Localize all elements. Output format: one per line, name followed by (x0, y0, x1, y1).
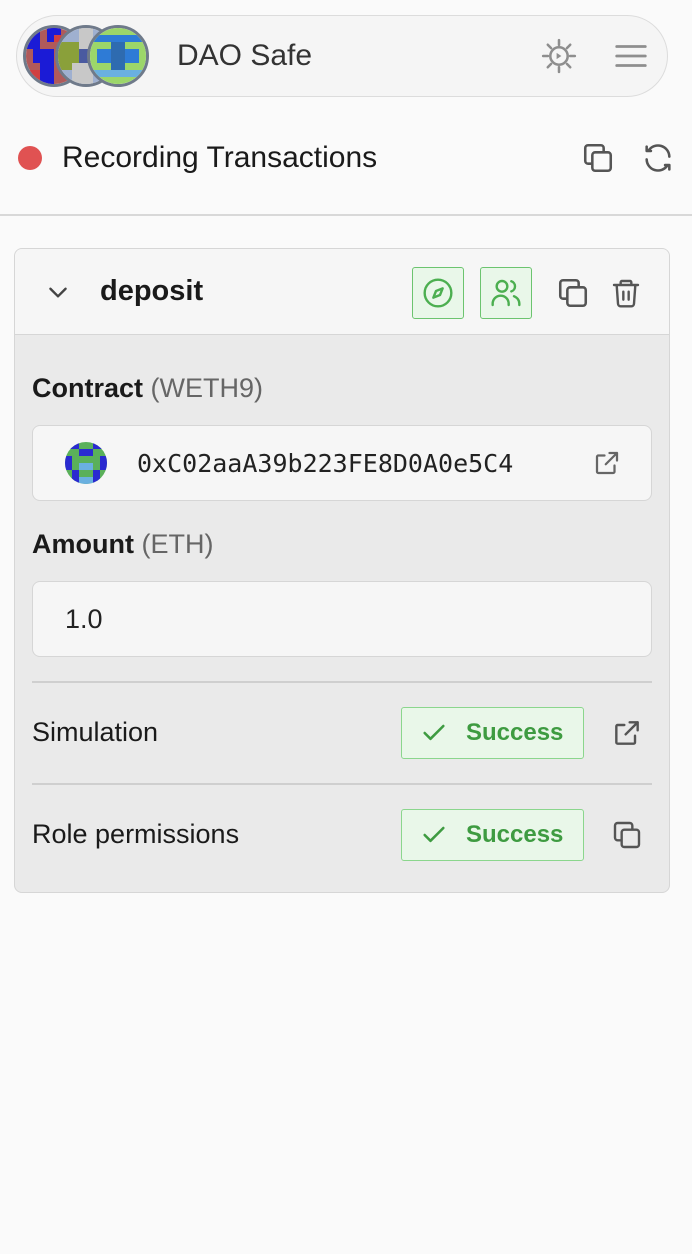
contract-address-field[interactable]: 0xC02aaA39b223FE8D0A0e5C4 (32, 425, 652, 501)
refresh-icon[interactable] (638, 138, 678, 178)
role-permissions-label: Role permissions (32, 819, 240, 849)
compass-icon[interactable] (412, 267, 464, 319)
copy-icon[interactable] (553, 273, 593, 313)
safe-name: DAO Safe (177, 39, 313, 72)
external-link-icon[interactable] (589, 445, 625, 481)
contract-identicon (65, 442, 107, 484)
simulation-label: Simulation (32, 717, 159, 747)
copy-icon[interactable] (578, 138, 618, 178)
amount-input[interactable] (65, 603, 625, 635)
role-permissions-status-badge[interactable]: Success (401, 809, 584, 861)
check-icon (423, 826, 445, 843)
amount-label: Amount (ETH) (32, 529, 213, 560)
safe-header: DAO Safe (16, 15, 668, 97)
gear-icon[interactable] (539, 36, 579, 76)
contract-label-text: Contract (32, 373, 144, 403)
role-permissions-status: Success (466, 821, 564, 848)
contract-label: Contract (WETH9) (32, 373, 263, 404)
simulation-status: Success (466, 719, 564, 746)
divider (0, 214, 692, 216)
transaction-card-header[interactable]: deposit (15, 249, 669, 335)
divider (32, 681, 652, 683)
amount-unit: (ETH) (141, 529, 214, 559)
divider (32, 783, 652, 785)
chevron-down-icon[interactable] (45, 279, 71, 305)
amount-field[interactable] (32, 581, 652, 657)
contract-name: (WETH9) (150, 373, 264, 403)
external-link-icon[interactable] (607, 713, 647, 753)
transaction-title: deposit (100, 275, 204, 307)
users-icon[interactable] (480, 267, 532, 319)
amount-label-text: Amount (32, 529, 134, 559)
safe-avatar (87, 25, 149, 87)
check-icon (423, 724, 445, 741)
contract-address[interactable]: 0xC02aaA39b223FE8D0A0e5C4 (137, 449, 549, 478)
safe-avatars[interactable] (23, 23, 163, 89)
simulation-status-badge[interactable]: Success (401, 707, 584, 759)
recording-indicator (18, 146, 42, 170)
copy-icon[interactable] (607, 815, 647, 855)
recording-status-row: Recording Transactions (18, 134, 678, 182)
trash-icon[interactable] (606, 273, 646, 313)
menu-icon[interactable] (611, 36, 651, 76)
transaction-card: deposit Contract (WETH9) 0xC02aaA39b223F… (14, 248, 670, 893)
recording-label: Recording Transactions (62, 141, 378, 174)
